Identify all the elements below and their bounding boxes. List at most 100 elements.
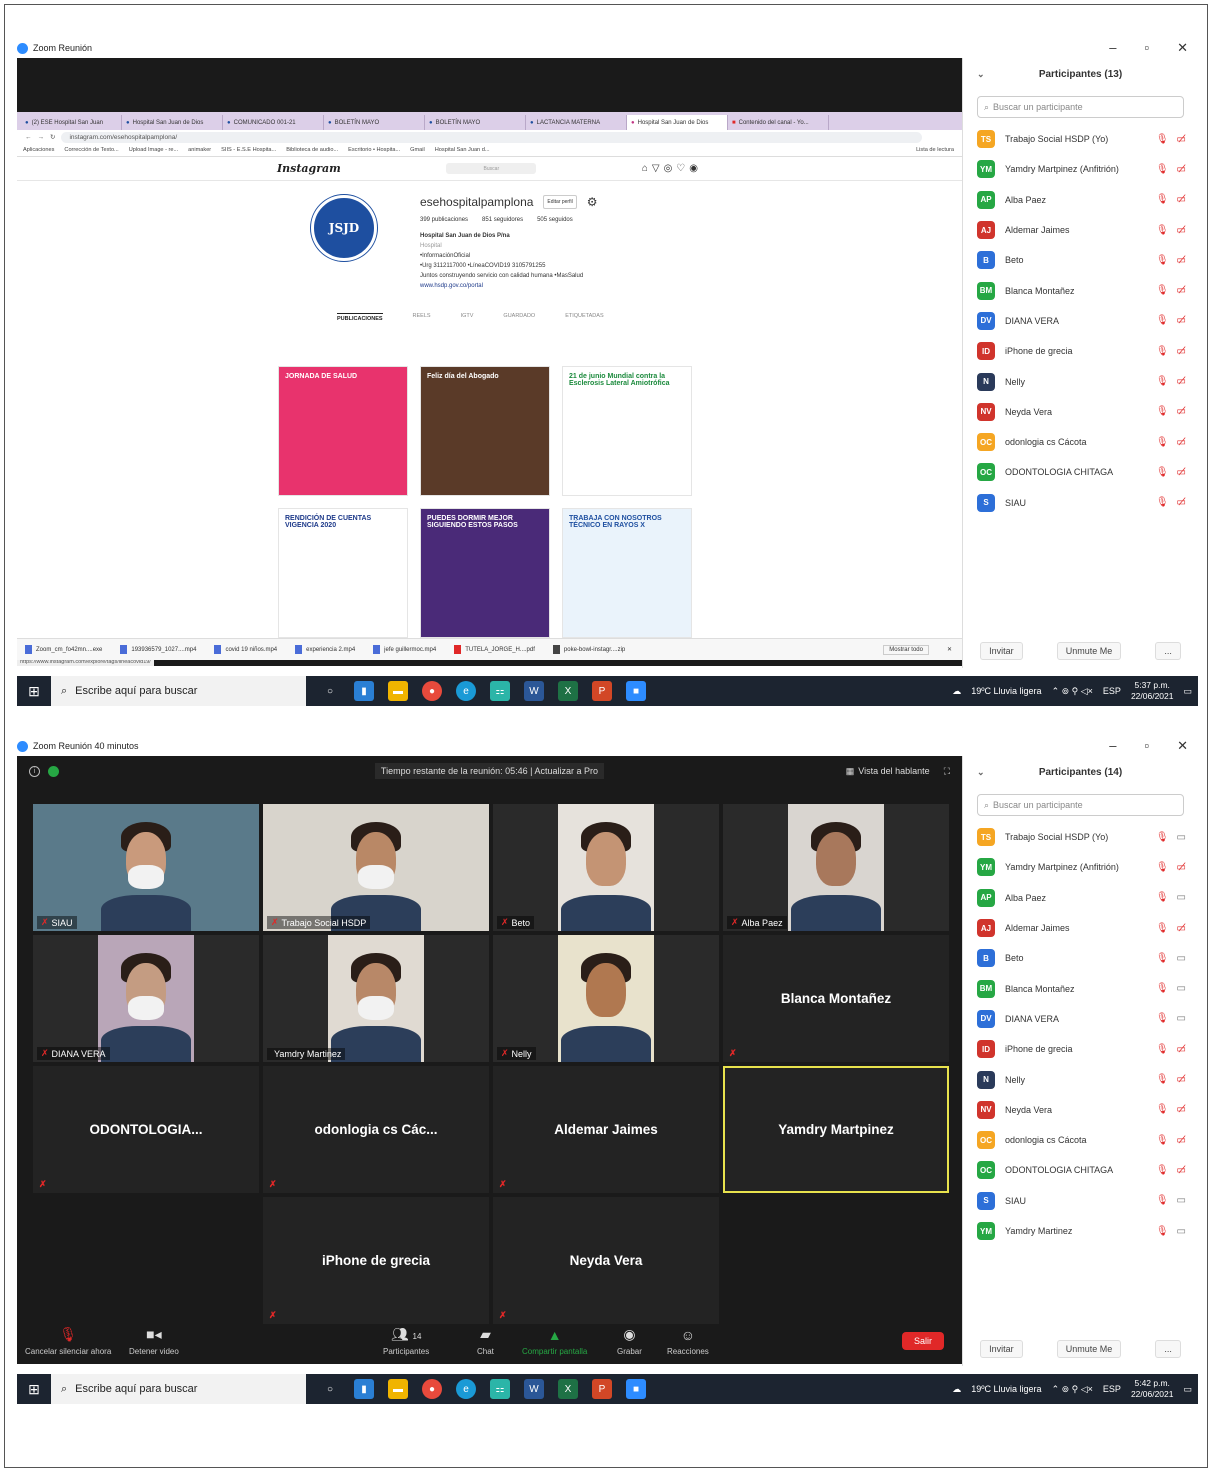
powerpoint-icon[interactable]: P bbox=[592, 1379, 612, 1399]
weather-cloud-icon[interactable]: ☁ bbox=[952, 1384, 961, 1395]
invite-button[interactable]: Invitar bbox=[980, 1340, 1023, 1358]
tab-guardado[interactable]: GUARDADO bbox=[503, 313, 535, 322]
participant-search-input[interactable]: ⌕ Buscar un participante bbox=[977, 96, 1184, 118]
browser-tab[interactable]: ● BOLETÍN MAYO bbox=[324, 115, 425, 130]
clock[interactable]: 5:42 p.m. 22/06/2021 bbox=[1131, 1378, 1174, 1400]
language-indicator[interactable]: ESP bbox=[1103, 686, 1121, 696]
video-tile[interactable]: ✗ Alba Paez bbox=[723, 804, 949, 931]
task-view-icon[interactable]: ○ bbox=[320, 1379, 340, 1399]
close-downloads-icon[interactable]: ✕ bbox=[947, 646, 952, 653]
fullscreen-icon[interactable]: ⛶ bbox=[944, 766, 950, 777]
stats-app-icon[interactable]: ▮ bbox=[354, 1379, 374, 1399]
download-item[interactable]: experiencia 2.mp4 bbox=[295, 645, 355, 654]
bookmark-item[interactable]: Corrección de Texto... bbox=[64, 147, 118, 153]
followers-count[interactable]: 851 seguidores bbox=[482, 215, 523, 225]
instagram-post[interactable]: PUEDES DORMIR MEJOR SIGUIENDO ESTOS PASO… bbox=[420, 508, 550, 638]
chevron-down-icon[interactable]: ⌄ bbox=[977, 69, 985, 80]
zoom-taskbar-icon[interactable]: ■ bbox=[626, 681, 646, 701]
reading-list[interactable]: Lista de lectura bbox=[916, 147, 954, 153]
more-button[interactable]: ... bbox=[1155, 1340, 1181, 1358]
minimize-icon[interactable]: – bbox=[1109, 40, 1116, 56]
participant-row[interactable]: NV Neyda Vera 🎙︎ ▭̸ bbox=[963, 397, 1198, 427]
language-indicator[interactable]: ESP bbox=[1103, 1384, 1121, 1394]
show-all-downloads[interactable]: Mostrar todo bbox=[883, 644, 929, 655]
instagram-post[interactable]: TRABAJA CON NOSOTROS TÉCNICO EN RAYOS X bbox=[562, 508, 692, 638]
participant-row[interactable]: YM Yamdry Martpinez (Anfitrión) 🎙︎ ▭̸ bbox=[963, 852, 1198, 882]
browser-tab[interactable]: ■ Contenido del canal - Yo... bbox=[728, 115, 829, 130]
name-tile[interactable]: Aldemar Jaimes ✗ bbox=[493, 1066, 719, 1193]
download-item[interactable]: Zoom_cm_fo42mn....exe bbox=[25, 645, 102, 654]
instagram-nav-icons[interactable]: ⌂▽◎♡◉ bbox=[642, 163, 702, 174]
participant-row[interactable]: DV DIANA VERA 🎙︎ ▭̸ bbox=[963, 306, 1198, 336]
participant-row[interactable]: B Beto 🎙︎ ▭ bbox=[963, 943, 1198, 973]
video-tile[interactable]: ✗ DIANA VERA bbox=[33, 935, 259, 1062]
close-icon[interactable]: ✕ bbox=[1177, 738, 1188, 754]
participant-row[interactable]: OC ODONTOLOGIA CHITAGA 🎙︎ ▭̸ bbox=[963, 457, 1198, 487]
participant-row[interactable]: N Nelly 🎙︎ ▭̸ bbox=[963, 366, 1198, 396]
participant-row[interactable]: AP Alba Paez 🎙︎ ▭ bbox=[963, 883, 1198, 913]
participant-row[interactable]: TS Trabajo Social HSDP (Yo) 🎙︎ ▭ bbox=[963, 822, 1198, 852]
excel-icon[interactable]: X bbox=[558, 681, 578, 701]
info-icon[interactable]: i bbox=[29, 765, 40, 777]
url-input[interactable]: instagram.com/esehospitalpamplona/ bbox=[61, 131, 922, 143]
windows-start-icon[interactable]: ⊞ bbox=[17, 1381, 51, 1398]
video-tile[interactable]: ✗ Beto bbox=[493, 804, 719, 931]
bookmark-item[interactable]: Biblioteca de audio... bbox=[286, 147, 338, 153]
zoom-taskbar-icon[interactable]: ■ bbox=[626, 1379, 646, 1399]
record-button[interactable]: ◉ Grabar bbox=[617, 1326, 642, 1356]
video-tile[interactable]: ✗ SIAU bbox=[33, 804, 259, 931]
participant-row[interactable]: BM Blanca Montañez 🎙︎ ▭ bbox=[963, 973, 1198, 1003]
windows-start-icon[interactable]: ⊞ bbox=[17, 683, 51, 700]
settings-gear-icon[interactable]: ⚙ bbox=[587, 196, 598, 208]
tray-icons[interactable]: ⌃ ⊚ ⚲ ◁× bbox=[1052, 1384, 1093, 1395]
instagram-post[interactable]: 21 de junio Mundial contra la Esclerosis… bbox=[562, 366, 692, 496]
download-item[interactable]: TUTELA_JORGE_H....pdf bbox=[454, 645, 535, 654]
participant-row[interactable]: N Nelly 🎙︎ ▭̸ bbox=[963, 1064, 1198, 1094]
browser-tab[interactable]: ● COMUNICADO 001-21 bbox=[223, 115, 324, 130]
instagram-post[interactable]: RENDICIÓN DE CUENTAS VIGENCIA 2020 bbox=[278, 508, 408, 638]
bookmark-item[interactable]: Aplicaciones bbox=[23, 147, 54, 153]
participant-search-input[interactable]: ⌕ Buscar un participante bbox=[977, 794, 1184, 816]
network-app-icon[interactable]: ⚏ bbox=[490, 1379, 510, 1399]
video-tile[interactable]: ✗ Nelly bbox=[493, 935, 719, 1062]
participant-row[interactable]: AJ Aldemar Jaimes 🎙︎ ▭̸ bbox=[963, 913, 1198, 943]
browser-tab[interactable]: ● (2) ESE Hospital San Juan bbox=[21, 115, 122, 130]
participant-row[interactable]: YM Yamdry Martpinez (Anfitrión) 🎙︎ ▭̸ bbox=[963, 154, 1198, 184]
participant-row[interactable]: S SIAU 🎙︎ ▭ bbox=[963, 1186, 1198, 1216]
reload-icon[interactable]: ↻ bbox=[50, 133, 55, 141]
browser-tab[interactable]: ● Hospital San Juan de Dios bbox=[122, 115, 223, 130]
taskbar-search[interactable]: ⌕ Escribe aquí para buscar bbox=[51, 676, 306, 706]
download-item[interactable]: 193936579_1027....mp4 bbox=[120, 645, 196, 654]
chrome-icon[interactable]: ● bbox=[422, 1379, 442, 1399]
bookmark-item[interactable]: animaker bbox=[188, 147, 211, 153]
speaker-view-button[interactable]: ▦ Vista del hablante bbox=[846, 766, 930, 777]
participant-row[interactable]: S SIAU 🎙︎ ▭̸ bbox=[963, 488, 1198, 518]
video-tile[interactable]: Yamdry Martinez bbox=[263, 935, 489, 1062]
weather-cloud-icon[interactable]: ☁ bbox=[952, 686, 961, 697]
leave-button[interactable]: Salir bbox=[901, 1332, 944, 1350]
task-view-icon[interactable]: ○ bbox=[320, 681, 340, 701]
bookmark-item[interactable]: Escritorio • Hospita... bbox=[348, 147, 400, 153]
tray-icons[interactable]: ⌃ ⊚ ⚲ ◁× bbox=[1052, 686, 1093, 697]
participant-row[interactable]: OC odonlogia cs Cácota 🎙︎ ▭̸ bbox=[963, 1125, 1198, 1155]
instagram-logo[interactable]: Instagram bbox=[277, 162, 341, 175]
stop-video-button[interactable]: ■◂ Detener video bbox=[129, 1326, 179, 1356]
forward-icon[interactable]: → bbox=[38, 134, 45, 141]
chrome-icon[interactable]: ● bbox=[422, 681, 442, 701]
notification-icon[interactable]: ▭ bbox=[1183, 1384, 1192, 1395]
participant-row[interactable]: AP Alba Paez 🎙︎ ▭̸ bbox=[963, 185, 1198, 215]
powerpoint-icon[interactable]: P bbox=[592, 681, 612, 701]
participant-row[interactable]: AJ Aldemar Jaimes 🎙︎ ▭̸ bbox=[963, 215, 1198, 245]
edge-icon[interactable]: e bbox=[456, 681, 476, 701]
browser-tab[interactable]: ● LACTANCIA MATERNA bbox=[526, 115, 627, 130]
invite-button[interactable]: Invitar bbox=[980, 642, 1023, 660]
name-tile[interactable]: Neyda Vera ✗ bbox=[493, 1197, 719, 1324]
bookmark-item[interactable]: Upload Image - re... bbox=[129, 147, 178, 153]
chat-button[interactable]: ▰ Chat bbox=[477, 1326, 494, 1356]
participant-row[interactable]: DV DIANA VERA 🎙︎ ▭ bbox=[963, 1004, 1198, 1034]
name-tile[interactable]: iPhone de grecia ✗ bbox=[263, 1197, 489, 1324]
reactions-button[interactable]: ☺ Reacciones bbox=[667, 1327, 709, 1356]
clock[interactable]: 5:37 p.m. 22/06/2021 bbox=[1131, 680, 1174, 702]
share-screen-button[interactable]: ▲ Compartir pantalla bbox=[522, 1327, 587, 1356]
security-shield-icon[interactable] bbox=[48, 765, 59, 777]
